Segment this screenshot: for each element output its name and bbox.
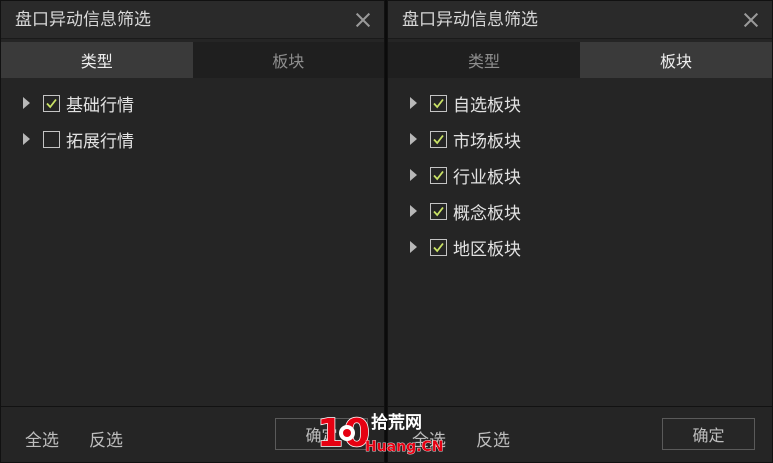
checkbox[interactable] <box>430 238 447 256</box>
confirm-button[interactable]: 确定 <box>662 418 755 450</box>
checkbox[interactable] <box>430 166 447 184</box>
tree-item-watchlist-sector[interactable]: 自选板块 <box>388 85 772 121</box>
expand-arrow-icon[interactable] <box>23 97 30 109</box>
watermark-site-cn: 拾荒网 <box>371 412 422 433</box>
tree-item-label: 行业板块 <box>453 167 521 188</box>
title-bar: 盘口异动信息筛选 <box>1 1 384 39</box>
tab-sector[interactable]: 板块 <box>580 42 772 78</box>
tree-item-basic-quotes[interactable]: 基础行情 <box>1 85 384 121</box>
close-icon[interactable] <box>742 11 760 29</box>
tree-item-label: 自选板块 <box>453 95 521 116</box>
checkmark-icon <box>433 242 444 252</box>
checkmark-icon <box>433 134 444 144</box>
tree-item-market-sector[interactable]: 市场板块 <box>388 121 772 157</box>
tree-item-region-sector[interactable]: 地区板块 <box>388 229 772 265</box>
checkbox[interactable] <box>430 130 447 148</box>
tree-item-industry-sector[interactable]: 行业板块 <box>388 157 772 193</box>
expand-arrow-icon[interactable] <box>410 97 417 109</box>
invert-selection-button[interactable]: 反选 <box>476 426 510 451</box>
tree-list: 基础行情 拓展行情 <box>1 85 384 157</box>
checkmark-icon <box>433 206 444 216</box>
tab-bar: 类型 板块 <box>1 42 384 78</box>
expand-arrow-icon[interactable] <box>410 169 417 181</box>
tree-item-extended-quotes[interactable]: 拓展行情 <box>1 121 384 157</box>
tree-item-concept-sector[interactable]: 概念板块 <box>388 193 772 229</box>
close-icon[interactable] <box>354 11 372 29</box>
site-watermark-logo: 10 拾荒网 Huang.CN <box>317 410 444 456</box>
dialog-title: 盘口异动信息筛选 <box>402 10 538 30</box>
tree-item-label: 地区板块 <box>453 239 521 260</box>
checkbox[interactable] <box>43 130 60 148</box>
checkmark-icon <box>46 98 57 108</box>
expand-arrow-icon[interactable] <box>23 133 30 145</box>
watermark-site-en: Huang.CN <box>365 439 443 455</box>
dialog-title: 盘口异动信息筛选 <box>15 10 151 30</box>
tree-item-label: 概念板块 <box>453 203 521 224</box>
checkmark-icon <box>433 170 444 180</box>
screen: 盘口异动信息筛选 类型 板块 基础行情 拓展行情 全选 反选 确定 盘口异动信息… <box>0 0 773 463</box>
tab-bar: 类型 板块 <box>388 42 772 78</box>
tree-item-label: 基础行情 <box>66 95 134 116</box>
checkmark-icon <box>433 98 444 108</box>
tree-item-label: 市场板块 <box>453 131 521 152</box>
invert-selection-button[interactable]: 反选 <box>89 426 123 451</box>
expand-arrow-icon[interactable] <box>410 241 417 253</box>
checkbox[interactable] <box>43 94 60 112</box>
select-all-button[interactable]: 全选 <box>25 426 59 451</box>
tab-type[interactable]: 类型 <box>1 42 193 78</box>
target-icon-center <box>343 429 351 437</box>
tab-type[interactable]: 类型 <box>388 42 580 78</box>
expand-arrow-icon[interactable] <box>410 205 417 217</box>
checkbox[interactable] <box>430 202 447 220</box>
checkbox[interactable] <box>430 94 447 112</box>
tab-sector[interactable]: 板块 <box>193 42 385 78</box>
title-bar: 盘口异动信息筛选 <box>388 1 772 39</box>
expand-arrow-icon[interactable] <box>410 133 417 145</box>
right-filter-dialog: 盘口异动信息筛选 类型 板块 自选板块 市场板块 行业板块 概念板块 地区板块 … <box>387 0 773 463</box>
left-filter-dialog: 盘口异动信息筛选 类型 板块 基础行情 拓展行情 全选 反选 确定 <box>0 0 385 463</box>
tree-list: 自选板块 市场板块 行业板块 概念板块 地区板块 <box>388 85 772 265</box>
tree-item-label: 拓展行情 <box>66 131 134 152</box>
